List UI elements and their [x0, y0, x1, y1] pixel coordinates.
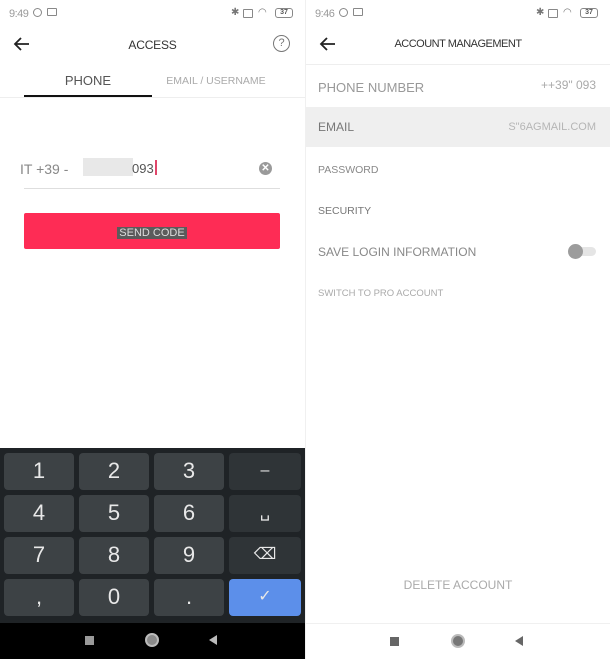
battery-icon: 37: [580, 8, 598, 18]
login-tabs: PHONE EMAIL / USERNAME: [0, 66, 305, 98]
access-screen: 9:49 ✱ ◠ 37 ACCESS ? PHONE EMAIL / USERN…: [0, 0, 305, 659]
header-divider: [306, 64, 610, 65]
back-icon[interactable]: [515, 636, 523, 646]
key-9[interactable]: 9: [154, 537, 224, 574]
key-minus[interactable]: –: [229, 453, 301, 490]
alarm-icon: [33, 8, 42, 17]
tab-email-username[interactable]: EMAIL / USERNAME: [152, 66, 280, 97]
home-icon[interactable]: [451, 634, 465, 648]
key-2[interactable]: 2: [79, 453, 149, 490]
backspace-icon[interactable]: ⌫: [229, 537, 301, 574]
home-icon[interactable]: [145, 633, 159, 647]
save-login-toggle[interactable]: [568, 244, 596, 259]
settings-row-phone-number[interactable]: PHONE NUMBER ++39" 093: [306, 66, 610, 106]
delete-account-button[interactable]: DELETE ACCOUNT: [306, 578, 610, 592]
row-label: SECURITY: [318, 205, 372, 217]
send-code-label: SEND CODE: [117, 227, 187, 239]
app-bar: ACCESS ?: [0, 28, 305, 62]
key-0[interactable]: 0: [79, 579, 149, 616]
toggle-knob: [568, 244, 583, 259]
wifi-icon: ◠: [258, 7, 267, 18]
key-4[interactable]: 4: [4, 495, 74, 532]
key-3[interactable]: 3: [154, 453, 224, 490]
row-label: PASSWORD: [318, 164, 379, 176]
row-label: SWITCH TO PRO ACCOUNT: [318, 288, 444, 299]
alarm-icon: [339, 8, 348, 17]
key-7[interactable]: 7: [4, 537, 74, 574]
wifi-icon: ◠: [563, 7, 572, 18]
message-icon: [353, 8, 363, 16]
key-1[interactable]: 1: [4, 453, 74, 490]
row-label: SAVE LOGIN INFORMATION: [318, 245, 477, 259]
app-bar: ACCOUNT MANAGEMENT: [306, 28, 610, 62]
row-label: EMAIL: [318, 120, 355, 134]
key-space[interactable]: ␣: [229, 495, 301, 532]
back-icon[interactable]: [209, 635, 217, 645]
country-code-selector[interactable]: IT +39 -: [20, 161, 68, 177]
screen-icon: [548, 8, 558, 18]
key-8[interactable]: 8: [79, 537, 149, 574]
bluetooth-icon: ✱: [231, 7, 240, 18]
enter-check-icon[interactable]: ✓: [229, 579, 301, 616]
row-label: PHONE NUMBER: [318, 80, 425, 95]
system-nav-bar: [0, 623, 305, 659]
help-icon[interactable]: ?: [273, 35, 290, 52]
status-time: 9:46: [315, 8, 335, 20]
clear-icon[interactable]: ✕: [259, 162, 272, 175]
phone-input[interactable]: IT +39 - 093 ✕: [20, 155, 280, 189]
phone-value: 093: [132, 161, 154, 176]
page-title: ACCOUNT MANAGEMENT: [394, 38, 522, 50]
account-management-screen: 9:46 ✱ ◠ 37 ACCOUNT MANAGEMENT PHONE NUM…: [305, 0, 610, 659]
status-bar: 9:49 ✱ ◠ 37: [0, 0, 305, 28]
key-comma[interactable]: ,: [4, 579, 74, 616]
text-cursor: [155, 160, 157, 175]
redacted-phone-digits: [83, 158, 133, 176]
bluetooth-icon: ✱: [536, 7, 545, 18]
settings-row-security[interactable]: SECURITY: [306, 190, 610, 230]
page-title: ACCESS: [128, 38, 177, 52]
screen-icon: [243, 8, 253, 18]
battery-icon: 37: [275, 8, 293, 18]
settings-row-save-login: SAVE LOGIN INFORMATION: [306, 231, 610, 271]
status-time: 9:49: [9, 8, 29, 20]
settings-row-switch-pro[interactable]: SWITCH TO PRO ACCOUNT: [306, 273, 610, 313]
key-period[interactable]: .: [154, 579, 224, 616]
key-6[interactable]: 6: [154, 495, 224, 532]
tab-phone[interactable]: PHONE: [24, 66, 152, 97]
recents-icon[interactable]: [85, 636, 94, 645]
numeric-keyboard: 1 2 3 – 4 5 6 ␣ 7 8 9 ⌫ , 0 . ✓: [0, 448, 305, 623]
row-value: S"6AGMAIL.COM: [508, 121, 596, 133]
key-5[interactable]: 5: [79, 495, 149, 532]
row-value: ++39" 093: [541, 78, 596, 92]
system-nav-bar: [306, 623, 610, 659]
settings-row-email[interactable]: EMAIL S"6AGMAIL.COM: [306, 107, 610, 147]
send-code-button[interactable]: SEND CODE: [24, 213, 280, 249]
message-icon: [47, 8, 57, 16]
settings-row-password[interactable]: PASSWORD: [306, 149, 610, 189]
status-bar: 9:46 ✱ ◠ 37: [306, 0, 610, 28]
recents-icon[interactable]: [390, 637, 399, 646]
